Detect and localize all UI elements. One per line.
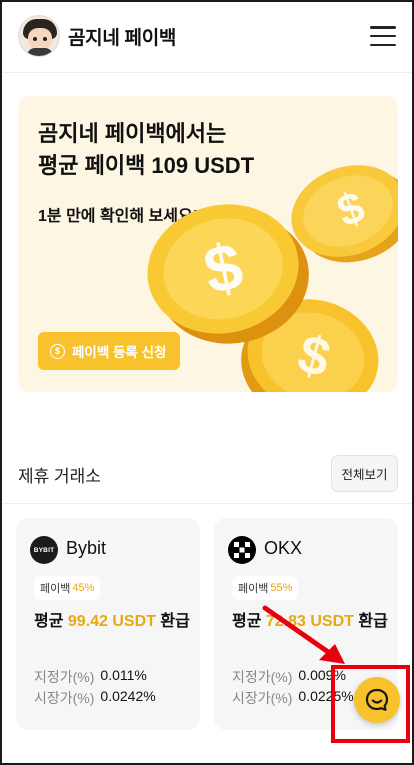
dollar-circle-icon: $ <box>50 343 65 359</box>
badge-label: 페이백 <box>40 583 71 595</box>
maker-fee-row: 지정가(%) 0.011% <box>34 667 147 687</box>
okx-logo-icon <box>228 536 256 564</box>
app-header: 곰지네 페이백 <box>0 0 414 72</box>
avg-suffix: 환급 <box>155 613 190 630</box>
exchange-name: Bybit <box>66 538 107 558</box>
badge-percent: 45% <box>72 582 95 594</box>
banner-title-line1: 곰지네 페이백에서는 <box>38 121 227 146</box>
average-payback: 평균 99.42 USDT 환급 <box>34 610 194 634</box>
maker-fee-row: 지정가(%) 0.009% <box>232 667 346 687</box>
hamburger-menu-icon[interactable] <box>370 26 396 46</box>
average-payback: 평균 72.83 USDT 환급 <box>232 610 392 634</box>
promo-banner[interactable]: 곰지네 페이백에서는 평균 페이백 109 USDT 1분 만에 확인해 보세요… <box>18 96 398 392</box>
avatar-icon[interactable] <box>18 15 60 57</box>
avg-prefix: 평균 <box>34 613 68 630</box>
taker-fee-row: 시장가(%) 0.0225% <box>232 688 354 708</box>
view-all-button[interactable]: 전체보기 <box>331 455 398 492</box>
chat-bubble-icon <box>365 688 389 711</box>
exchange-card-bybit[interactable]: BYBIT Bybit 페이백 45% 평균 99.42 USDT 환급 지정가… <box>16 518 200 730</box>
avg-value: 72.83 USDT <box>265 613 354 630</box>
partners-section-title: 제휴 거래소 <box>18 467 101 486</box>
badge-percent: 55% <box>270 582 293 594</box>
maker-fee-label: 지정가(%) <box>232 669 293 685</box>
avg-value: 99.42 USDT <box>67 613 156 630</box>
payback-register-button[interactable]: $ 페이백 등록 신청 <box>38 332 181 370</box>
payback-badge: 페이백 45% <box>34 576 101 600</box>
header-divider <box>0 72 414 73</box>
taker-fee-row: 시장가(%) 0.0242% <box>34 688 156 708</box>
brand-title[interactable]: 곰지네 페이백 <box>68 23 176 50</box>
bybit-logo-icon: BYBIT <box>30 536 58 564</box>
maker-fee-value: 0.009% <box>298 667 346 683</box>
payback-badge: 페이백 55% <box>232 576 299 600</box>
badge-label: 페이백 <box>238 583 269 595</box>
exchange-name: OKX <box>264 538 303 558</box>
chat-button[interactable] <box>354 677 400 723</box>
taker-fee-label: 시장가(%) <box>34 690 95 706</box>
taker-fee-value: 0.0225% <box>298 688 354 704</box>
maker-fee-value: 0.011% <box>100 667 147 683</box>
maker-fee-label: 지정가(%) <box>34 669 95 685</box>
taker-fee-value: 0.0242% <box>100 688 156 704</box>
payback-register-label: 페이백 등록 신청 <box>72 345 167 360</box>
avg-suffix: 환급 <box>353 613 388 630</box>
taker-fee-label: 시장가(%) <box>232 690 293 706</box>
avg-prefix: 평균 <box>232 613 266 630</box>
section-divider <box>0 503 414 504</box>
bybit-logo-text: BYBIT <box>33 546 55 554</box>
